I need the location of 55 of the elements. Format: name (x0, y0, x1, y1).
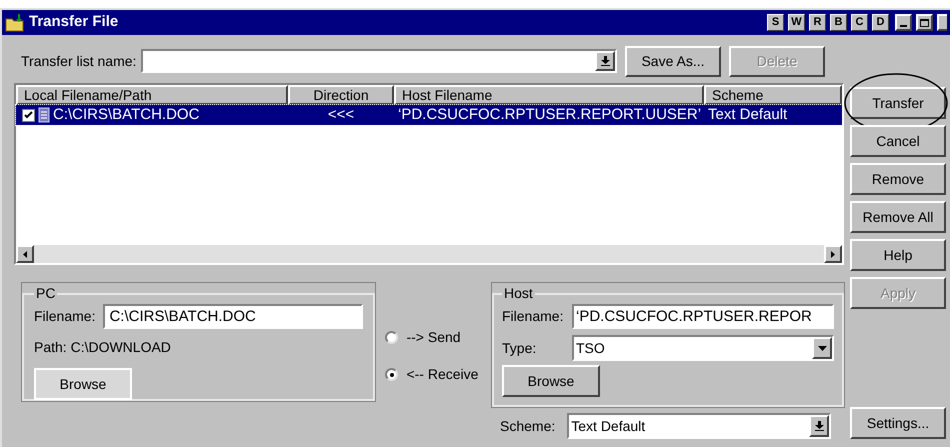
browse-button[interactable]: Browse (34, 368, 132, 400)
title-bar-button[interactable]: R (809, 14, 826, 31)
window-title: Transfer File (29, 12, 120, 32)
field-label: Scheme: (500, 416, 556, 436)
field-label: Transfer list name: (21, 52, 138, 70)
maximize-button[interactable] (916, 14, 933, 31)
field-label: Type: (502, 338, 538, 358)
document-icon (38, 107, 50, 123)
caret-icon[interactable] (812, 337, 832, 359)
column-header[interactable]: Direction (288, 85, 394, 105)
checkbox[interactable] (22, 108, 35, 122)
folder-icon (5, 14, 25, 32)
action-button[interactable]: Cancel (850, 125, 946, 157)
scroll-right-button[interactable] (824, 245, 842, 263)
action-button[interactable]: Help (850, 239, 946, 271)
title-bar-button[interactable]: W (788, 14, 805, 31)
action-button[interactable]: Remove All (850, 201, 946, 233)
host-filename-field[interactable]: ‘PD.CSUCFOC.RPTUSER.REPOR (572, 304, 834, 329)
title-bar-button[interactable]: C (851, 14, 868, 31)
horizontal-scrollbar[interactable] (16, 245, 842, 263)
title-bar-button[interactable]: S (767, 14, 784, 31)
type-dropdown[interactable]: TSO (572, 335, 834, 361)
title-bar-button[interactable]: D (872, 14, 889, 31)
pc-filename-field[interactable]: C:\CIRS\BATCH.DOC (103, 304, 364, 329)
settings-button[interactable]: Settings... (850, 407, 946, 439)
table-cell-text: <<< (326, 104, 356, 125)
scheme-dropdown[interactable]: Text Default (567, 413, 832, 439)
browse-button[interactable]: Browse (502, 365, 600, 397)
column-header[interactable]: Local Filename/Path (16, 85, 288, 105)
scroll-left-button[interactable] (16, 245, 34, 263)
table-cell-text: Text Default (707, 104, 788, 125)
toolbar-button[interactable]: Save As... (625, 46, 721, 76)
field-label: Filename: (502, 307, 564, 326)
transfer-list-name-field[interactable] (141, 49, 617, 73)
title-bar-button[interactable]: B (830, 14, 847, 31)
left-arrow-icon (23, 250, 27, 258)
field-label: Filename: (34, 307, 96, 326)
group-title: PC (35, 284, 56, 303)
list-row[interactable]: C:\CIRS\BATCH.DOC <<< ‘PD.CSUCFOC.RPTUSER.REPORT.UUSER’ Text Default (16, 105, 842, 125)
path-text: Path: C:\DOWNLOAD (34, 338, 172, 357)
table-cell-text: C:\CIRS\BATCH.DOC (53, 104, 200, 125)
radio-button[interactable] (385, 331, 398, 344)
dropdown-value: TSO (575, 339, 606, 358)
table-cell-text: ‘PD.CSUCFOC.RPTUSER.REPORT.UUSER’ (397, 104, 702, 125)
column-header[interactable]: Host Filename (394, 85, 704, 105)
action-button[interactable]: Transfer (850, 87, 946, 119)
minimize-button[interactable] (895, 14, 912, 31)
column-header[interactable]: Scheme (704, 85, 842, 105)
radio-label: <-- Receive (406, 365, 478, 384)
group-title: Host (503, 284, 534, 303)
right-arrow-icon (831, 250, 835, 258)
radio-label: --> Send (406, 328, 461, 347)
dropdown-value: Text Default (570, 417, 646, 436)
action-button[interactable]: Remove (850, 163, 946, 195)
radio-button[interactable] (385, 368, 398, 381)
